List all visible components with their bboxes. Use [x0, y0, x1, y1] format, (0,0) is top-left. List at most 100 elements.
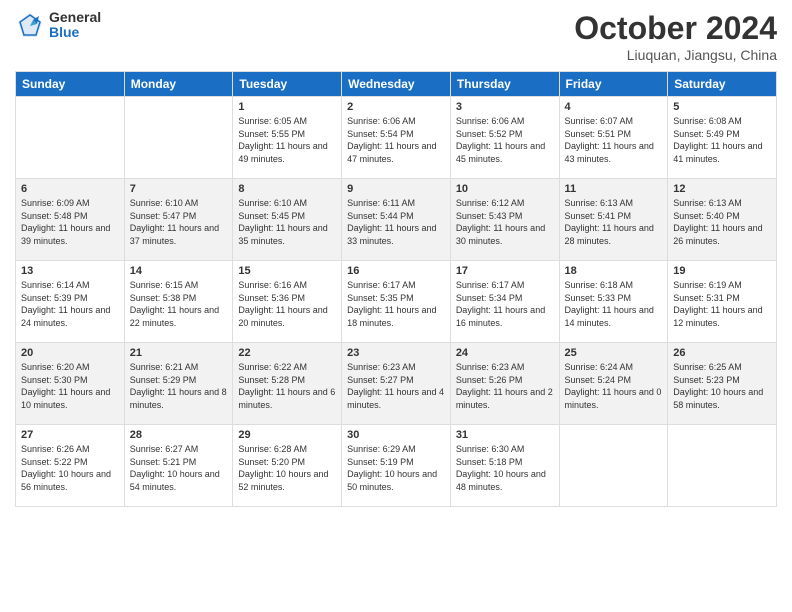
day-info: Sunrise: 6:19 AM Sunset: 5:31 PM Dayligh…	[673, 279, 771, 329]
calendar-cell: 12 Sunrise: 6:13 AM Sunset: 5:40 PM Dayli…	[668, 179, 777, 261]
calendar-cell: 22 Sunrise: 6:22 AM Sunset: 5:28 PM Dayli…	[233, 343, 342, 425]
day-info: Sunrise: 6:27 AM Sunset: 5:21 PM Dayligh…	[130, 443, 228, 493]
calendar-cell: 24Sunrise: 6:23 AM Sunset: 5:26 PM Dayli…	[450, 343, 559, 425]
weekday-header-wednesday: Wednesday	[342, 72, 451, 97]
day-number: 8	[238, 183, 336, 195]
day-info: Sunrise: 6:13 AM Sunset: 5:40 PM Dayligh…	[673, 197, 771, 247]
day-number: 11	[565, 183, 663, 195]
day-number: 7	[130, 183, 228, 195]
month-title: October 2024	[574, 10, 777, 47]
day-info: Sunrise: 6:20 AM Sunset: 5:30 PM Dayligh…	[21, 361, 119, 411]
logo: General Blue	[15, 10, 101, 41]
week-row-3: 13Sunrise: 6:14 AM Sunset: 5:39 PM Dayli…	[16, 261, 777, 343]
day-number: 15	[238, 265, 336, 277]
calendar-cell: 8 Sunrise: 6:10 AM Sunset: 5:45 PM Daylig…	[233, 179, 342, 261]
weekday-header-thursday: Thursday	[450, 72, 559, 97]
day-number: 19	[673, 265, 771, 277]
day-number: 21	[130, 347, 228, 359]
logo-icon	[15, 10, 45, 40]
day-info: Sunrise: 6:09 AM Sunset: 5:48 PM Dayligh…	[21, 197, 119, 247]
day-info: Sunrise: 6:30 AM Sunset: 5:18 PM Dayligh…	[456, 443, 554, 493]
day-number: 24	[456, 347, 554, 359]
weekday-header-saturday: Saturday	[668, 72, 777, 97]
day-info: Sunrise: 6:28 AM Sunset: 5:20 PM Dayligh…	[238, 443, 336, 493]
week-row-1: 1 Sunrise: 6:05 AM Sunset: 5:55 PM Daylig…	[16, 97, 777, 179]
day-info: Sunrise: 6:18 AM Sunset: 5:33 PM Dayligh…	[565, 279, 663, 329]
calendar-cell	[559, 425, 668, 507]
day-number: 23	[347, 347, 445, 359]
day-info: Sunrise: 6:16 AM Sunset: 5:36 PM Dayligh…	[238, 279, 336, 329]
day-number: 26	[673, 347, 771, 359]
day-info: Sunrise: 6:24 AM Sunset: 5:24 PM Dayligh…	[565, 361, 663, 411]
day-info: Sunrise: 6:13 AM Sunset: 5:41 PM Dayligh…	[565, 197, 663, 247]
day-number: 22	[238, 347, 336, 359]
calendar-cell: 11 Sunrise: 6:13 AM Sunset: 5:41 PM Dayli…	[559, 179, 668, 261]
calendar-cell	[668, 425, 777, 507]
day-info: Sunrise: 6:10 AM Sunset: 5:45 PM Dayligh…	[238, 197, 336, 247]
day-info: Sunrise: 6:26 AM Sunset: 5:22 PM Dayligh…	[21, 443, 119, 493]
day-number: 16	[347, 265, 445, 277]
calendar-cell: 9 Sunrise: 6:11 AM Sunset: 5:44 PM Daylig…	[342, 179, 451, 261]
calendar-cell: 5 Sunrise: 6:08 AM Sunset: 5:49 PM Daylig…	[668, 97, 777, 179]
day-info: Sunrise: 6:11 AM Sunset: 5:44 PM Dayligh…	[347, 197, 445, 247]
day-info: Sunrise: 6:23 AM Sunset: 5:27 PM Dayligh…	[347, 361, 445, 411]
calendar-page: General Blue October 2024 Liuquan, Jiang…	[0, 0, 792, 612]
day-info: Sunrise: 6:25 AM Sunset: 5:23 PM Dayligh…	[673, 361, 771, 411]
calendar-cell: 27 Sunrise: 6:26 AM Sunset: 5:22 PM Dayli…	[16, 425, 125, 507]
day-number: 31	[456, 429, 554, 441]
weekday-header-monday: Monday	[124, 72, 233, 97]
weekday-header-friday: Friday	[559, 72, 668, 97]
day-number: 28	[130, 429, 228, 441]
day-info: Sunrise: 6:12 AM Sunset: 5:43 PM Dayligh…	[456, 197, 554, 247]
weekday-header-row: SundayMondayTuesdayWednesdayThursdayFrid…	[16, 72, 777, 97]
day-info: Sunrise: 6:06 AM Sunset: 5:54 PM Dayligh…	[347, 115, 445, 165]
day-number: 12	[673, 183, 771, 195]
day-number: 30	[347, 429, 445, 441]
day-info: Sunrise: 6:14 AM Sunset: 5:39 PM Dayligh…	[21, 279, 119, 329]
calendar-cell: 20 Sunrise: 6:20 AM Sunset: 5:30 PM Dayli…	[16, 343, 125, 425]
day-info: Sunrise: 6:05 AM Sunset: 5:55 PM Dayligh…	[238, 115, 336, 165]
logo-text: General Blue	[49, 10, 101, 41]
calendar-cell	[16, 97, 125, 179]
day-number: 9	[347, 183, 445, 195]
calendar-cell: 10 Sunrise: 6:12 AM Sunset: 5:43 PM Dayli…	[450, 179, 559, 261]
day-info: Sunrise: 6:07 AM Sunset: 5:51 PM Dayligh…	[565, 115, 663, 165]
day-info: Sunrise: 6:21 AM Sunset: 5:29 PM Dayligh…	[130, 361, 228, 411]
day-number: 25	[565, 347, 663, 359]
weekday-header-tuesday: Tuesday	[233, 72, 342, 97]
location: Liuquan, Jiangsu, China	[574, 47, 777, 63]
day-number: 20	[21, 347, 119, 359]
day-info: Sunrise: 6:22 AM Sunset: 5:28 PM Dayligh…	[238, 361, 336, 411]
day-info: Sunrise: 6:08 AM Sunset: 5:49 PM Dayligh…	[673, 115, 771, 165]
calendar-cell: 26 Sunrise: 6:25 AM Sunset: 5:23 PM Dayli…	[668, 343, 777, 425]
calendar-cell: 18Sunrise: 6:18 AM Sunset: 5:33 PM Dayli…	[559, 261, 668, 343]
calendar-cell: 19 Sunrise: 6:19 AM Sunset: 5:31 PM Dayli…	[668, 261, 777, 343]
calendar-cell: 3Sunrise: 6:06 AM Sunset: 5:52 PM Daylig…	[450, 97, 559, 179]
calendar-cell	[124, 97, 233, 179]
day-number: 27	[21, 429, 119, 441]
day-number: 29	[238, 429, 336, 441]
calendar-cell: 4Sunrise: 6:07 AM Sunset: 5:51 PM Daylig…	[559, 97, 668, 179]
day-number: 10	[456, 183, 554, 195]
header: General Blue October 2024 Liuquan, Jiang…	[15, 10, 777, 63]
calendar-cell: 21 Sunrise: 6:21 AM Sunset: 5:29 PM Dayli…	[124, 343, 233, 425]
calendar-cell: 28 Sunrise: 6:27 AM Sunset: 5:21 PM Dayli…	[124, 425, 233, 507]
day-number: 5	[673, 101, 771, 113]
calendar-cell: 17Sunrise: 6:17 AM Sunset: 5:34 PM Dayli…	[450, 261, 559, 343]
day-info: Sunrise: 6:10 AM Sunset: 5:47 PM Dayligh…	[130, 197, 228, 247]
calendar-cell: 2 Sunrise: 6:06 AM Sunset: 5:54 PM Daylig…	[342, 97, 451, 179]
calendar-cell: 25 Sunrise: 6:24 AM Sunset: 5:24 PM Dayli…	[559, 343, 668, 425]
day-number: 2	[347, 101, 445, 113]
day-number: 1	[238, 101, 336, 113]
logo-blue: Blue	[49, 25, 101, 40]
calendar-cell: 6 Sunrise: 6:09 AM Sunset: 5:48 PM Daylig…	[16, 179, 125, 261]
calendar-cell: 7 Sunrise: 6:10 AM Sunset: 5:47 PM Daylig…	[124, 179, 233, 261]
calendar-cell: 23 Sunrise: 6:23 AM Sunset: 5:27 PM Dayli…	[342, 343, 451, 425]
weekday-header-sunday: Sunday	[16, 72, 125, 97]
week-row-2: 6 Sunrise: 6:09 AM Sunset: 5:48 PM Daylig…	[16, 179, 777, 261]
calendar-cell: 29 Sunrise: 6:28 AM Sunset: 5:20 PM Dayli…	[233, 425, 342, 507]
calendar-cell: 30Sunrise: 6:29 AM Sunset: 5:19 PM Dayli…	[342, 425, 451, 507]
logo-general: General	[49, 10, 101, 25]
day-number: 6	[21, 183, 119, 195]
day-info: Sunrise: 6:17 AM Sunset: 5:34 PM Dayligh…	[456, 279, 554, 329]
